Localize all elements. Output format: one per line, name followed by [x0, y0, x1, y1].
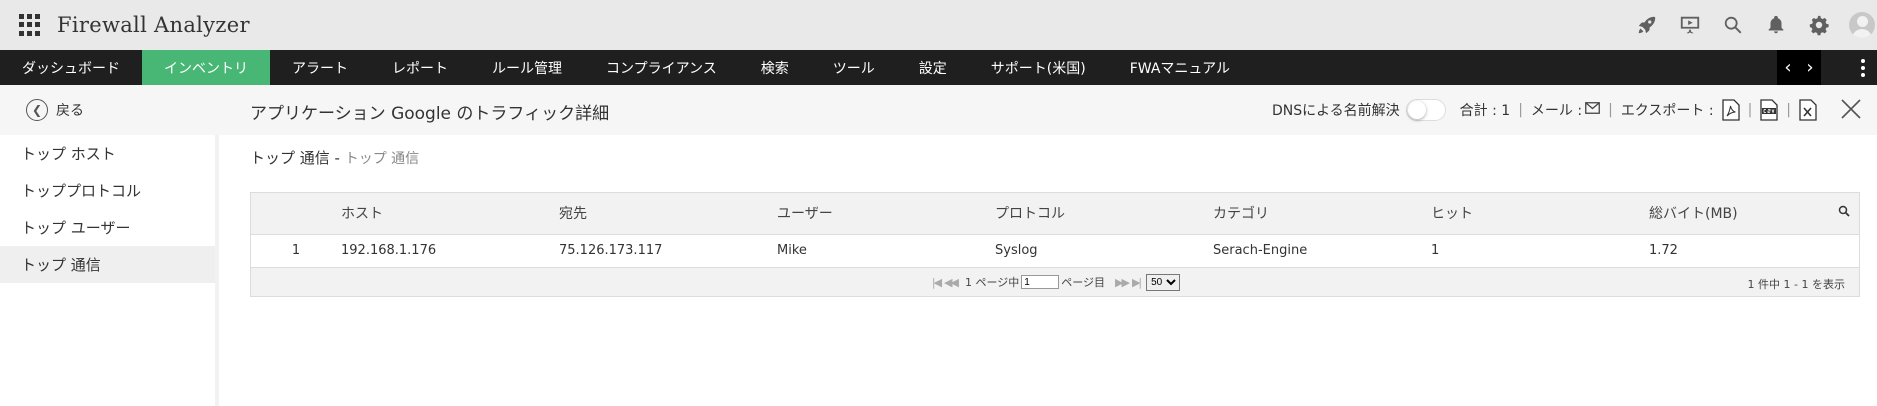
prev-page-icon[interactable]: ◀◀ — [944, 276, 959, 289]
sub-toolbar: ❮ 戻る アプリケーション Google のトラフィック詳細 DNSによる名前解… — [0, 85, 1877, 135]
cell-category: Serach-Engine — [1213, 243, 1308, 259]
rocket-icon[interactable] — [1634, 12, 1660, 38]
separator: | — [1786, 102, 1791, 118]
column-header-total-bytes[interactable]: 総バイト(MB) — [1649, 193, 1829, 234]
csv-export-icon[interactable] — [1760, 99, 1778, 121]
nav-rule-management[interactable]: ルール管理 — [470, 50, 584, 85]
cell-empty — [1829, 234, 1859, 267]
header-icons — [1634, 0, 1877, 50]
gear-icon[interactable] — [1806, 12, 1832, 38]
cell-index: 1 — [291, 243, 301, 259]
sidebar-item-top-hosts[interactable]: トップ ホスト — [0, 135, 215, 172]
cell-hits: 1 — [1431, 243, 1440, 259]
cell-user: Mike — [777, 243, 807, 259]
main-nav: ダッシュボード インベントリ アラート レポート ルール管理 コンプライアンス … — [0, 50, 1877, 85]
first-page-icon[interactable]: |◀ — [932, 276, 942, 289]
app-grid-icon[interactable] — [19, 14, 41, 36]
page-number-input[interactable] — [1021, 275, 1060, 289]
excel-export-icon[interactable] — [1799, 99, 1817, 121]
total-label: 合計 : 1 — [1459, 103, 1511, 119]
app-title: Firewall Analyzer — [57, 13, 250, 37]
mail-label: メール : — [1530, 103, 1583, 119]
record-count: 1 件中 1 - 1 を表示 — [1747, 278, 1845, 291]
more-vertical-icon[interactable] — [1849, 50, 1877, 85]
presentation-icon[interactable] — [1677, 12, 1703, 38]
nav-alerts[interactable]: アラート — [270, 50, 370, 85]
cell-protocol: Syslog — [995, 243, 1038, 259]
subtitle-main: トップ 通信 - — [250, 149, 345, 167]
app-header: Firewall Analyzer — [0, 0, 1877, 50]
subtitle-muted: トップ 通信 — [344, 151, 420, 167]
cell-host: 192.168.1.176 — [341, 243, 437, 259]
user-avatar[interactable] — [1849, 12, 1875, 38]
sidebar-item-top-conversations[interactable]: トップ 通信 — [0, 246, 215, 283]
bell-icon[interactable] — [1763, 12, 1789, 38]
nav-compliance[interactable]: コンプライアンス — [584, 50, 739, 85]
back-label: 戻る — [56, 103, 84, 119]
search-icon[interactable] — [1720, 12, 1746, 38]
nav-inventory[interactable]: インベントリ — [142, 50, 270, 85]
next-page-icon[interactable]: ▶▶ — [1115, 276, 1130, 289]
last-page-icon[interactable]: ▶| — [1132, 276, 1142, 289]
column-header-index — [251, 193, 341, 234]
report-tools: DNSによる名前解決 合計 : 1 | メール : | エクスポート : | | — [1272, 85, 1817, 135]
table-row[interactable]: 1 192.168.1.176 75.126.173.117 Mike Sysl… — [251, 234, 1859, 267]
sidebar-item-top-protocols[interactable]: トッププロトコル — [0, 172, 215, 209]
cell-total-bytes: 1.72 — [1649, 243, 1678, 259]
nav-next-icon[interactable]: › — [1806, 57, 1813, 78]
back-arrow-icon: ❮ — [26, 99, 48, 121]
sidebar-item-top-users[interactable]: トップ ユーザー — [0, 209, 215, 246]
dns-label: DNSによる名前解決 — [1271, 103, 1400, 119]
separator: | — [1608, 102, 1613, 118]
column-header-host[interactable]: ホスト — [341, 193, 559, 234]
dns-toggle[interactable] — [1405, 99, 1446, 121]
close-icon[interactable] — [1839, 97, 1863, 121]
nav-manual[interactable]: FWAマニュアル — [1108, 50, 1252, 85]
column-header-protocol[interactable]: プロトコル — [995, 193, 1213, 234]
table-search-icon[interactable] — [1829, 193, 1859, 234]
table-header-row: ホスト 宛先 ユーザー プロトコル カテゴリ ヒット 総バイト(MB) — [251, 193, 1859, 234]
report-content: トップ 通信 - トップ 通信 ホスト 宛先 ユーザー プロトコル カテゴリ ヒ… — [250, 135, 1860, 297]
pagination: |◀ ◀◀ 1 ページ中 ページ目 ▶▶ ▶| 50 1 件中 1 - 1 を表… — [251, 267, 1859, 296]
mail-icon[interactable] — [1585, 102, 1600, 118]
nav-tools[interactable]: ツール — [811, 50, 897, 85]
nav-scroll-arrows: ‹ › — [1777, 50, 1821, 85]
nav-reports[interactable]: レポート — [370, 50, 470, 85]
page-prefix: 1 ページ中 — [964, 276, 1020, 289]
page-title: アプリケーション Google のトラフィック詳細 — [250, 104, 610, 124]
nav-prev-icon[interactable]: ‹ — [1784, 57, 1791, 78]
cell-destination: 75.126.173.117 — [559, 243, 663, 259]
pdf-export-icon[interactable] — [1721, 99, 1740, 121]
back-button[interactable]: ❮ 戻る — [26, 99, 84, 121]
report-sidebar: トップ ホスト トッププロトコル トップ ユーザー トップ 通信 — [0, 135, 219, 406]
report-subtitle: トップ 通信 - トップ 通信 — [250, 147, 1860, 168]
export-label: エクスポート : — [1620, 103, 1714, 119]
nav-support[interactable]: サポート(米国) — [969, 50, 1108, 85]
column-header-user[interactable]: ユーザー — [777, 193, 995, 234]
separator: | — [1518, 102, 1523, 118]
column-header-destination[interactable]: 宛先 — [559, 193, 777, 234]
nav-settings[interactable]: 設定 — [897, 50, 969, 85]
column-header-hits[interactable]: ヒット — [1431, 193, 1649, 234]
separator: | — [1747, 102, 1753, 118]
per-page-select[interactable]: 50 — [1146, 273, 1181, 291]
column-header-category[interactable]: カテゴリ — [1213, 193, 1431, 234]
page-suffix: ページ目 — [1061, 276, 1106, 289]
nav-dashboard[interactable]: ダッシュボード — [0, 50, 142, 85]
nav-search[interactable]: 検索 — [739, 50, 811, 85]
conversation-table: ホスト 宛先 ユーザー プロトコル カテゴリ ヒット 総バイト(MB) 1 19… — [250, 192, 1860, 297]
